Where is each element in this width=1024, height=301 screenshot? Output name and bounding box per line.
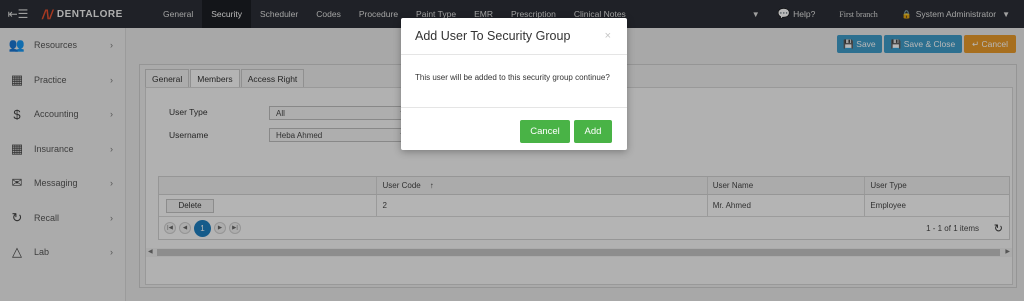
dialog-cancel-button[interactable]: Cancel xyxy=(520,120,570,143)
dialog-add-button[interactable]: Add xyxy=(574,120,612,143)
dialog-header: Add User To Security Group × xyxy=(401,18,627,55)
add-user-dialog: Add User To Security Group × This user w… xyxy=(401,18,627,150)
dialog-message: This user will be added to this security… xyxy=(415,73,610,82)
dialog-footer: Cancel Add xyxy=(401,107,627,150)
close-icon[interactable]: × xyxy=(605,30,611,42)
dialog-title: Add User To Security Group xyxy=(415,29,571,43)
